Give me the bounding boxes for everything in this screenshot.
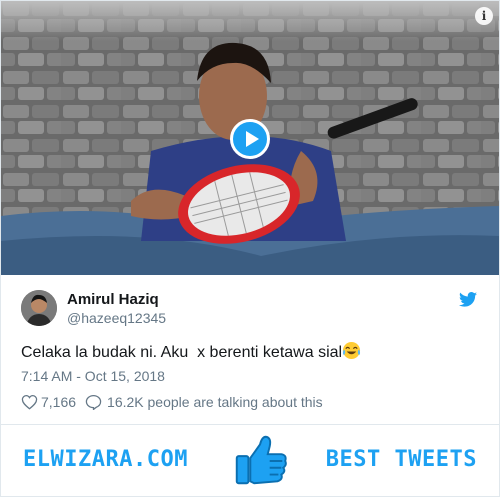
reply-bubble-icon[interactable] [85,394,102,410]
avatar[interactable] [21,290,57,326]
avatar-image [21,290,57,326]
tweet-text: Celaka la budak ni. Aku x berenti ketawa… [21,341,361,362]
video-player[interactable]: i [1,1,499,275]
play-button[interactable] [230,119,270,159]
thumbs-up-icon [235,435,287,485]
info-icon: i [481,9,487,23]
embedded-tweet-card: i Amirul Haziq @hazeeq12345 Celaka la bu… [0,0,500,497]
like-count[interactable]: 7,166 [41,394,76,410]
heart-icon[interactable] [21,394,38,410]
tweet-timestamp[interactable]: 7:14 AM - Oct 15, 2018 [21,368,165,384]
info-button[interactable]: i [475,7,493,25]
face-with-tears-of-joy-icon [343,341,361,360]
branding-banner: ELWIZARA.COM BEST TWEETS [1,425,499,496]
talking-about-count[interactable]: 16.2K people are talking about this [107,394,323,410]
tweet-text-content: Celaka la budak ni. Aku x berenti ketawa… [21,344,343,361]
author-handle[interactable]: @hazeeq12345 [67,310,166,326]
best-tweets-label[interactable]: BEST TWEETS [326,447,477,472]
twitter-bird-icon[interactable] [459,292,477,307]
play-icon [245,131,259,147]
tweet-actions: 7,166 16.2K people are talking about thi… [21,394,323,410]
brand-name[interactable]: ELWIZARA.COM [23,447,188,472]
author-name[interactable]: Amirul Haziq [67,291,159,308]
